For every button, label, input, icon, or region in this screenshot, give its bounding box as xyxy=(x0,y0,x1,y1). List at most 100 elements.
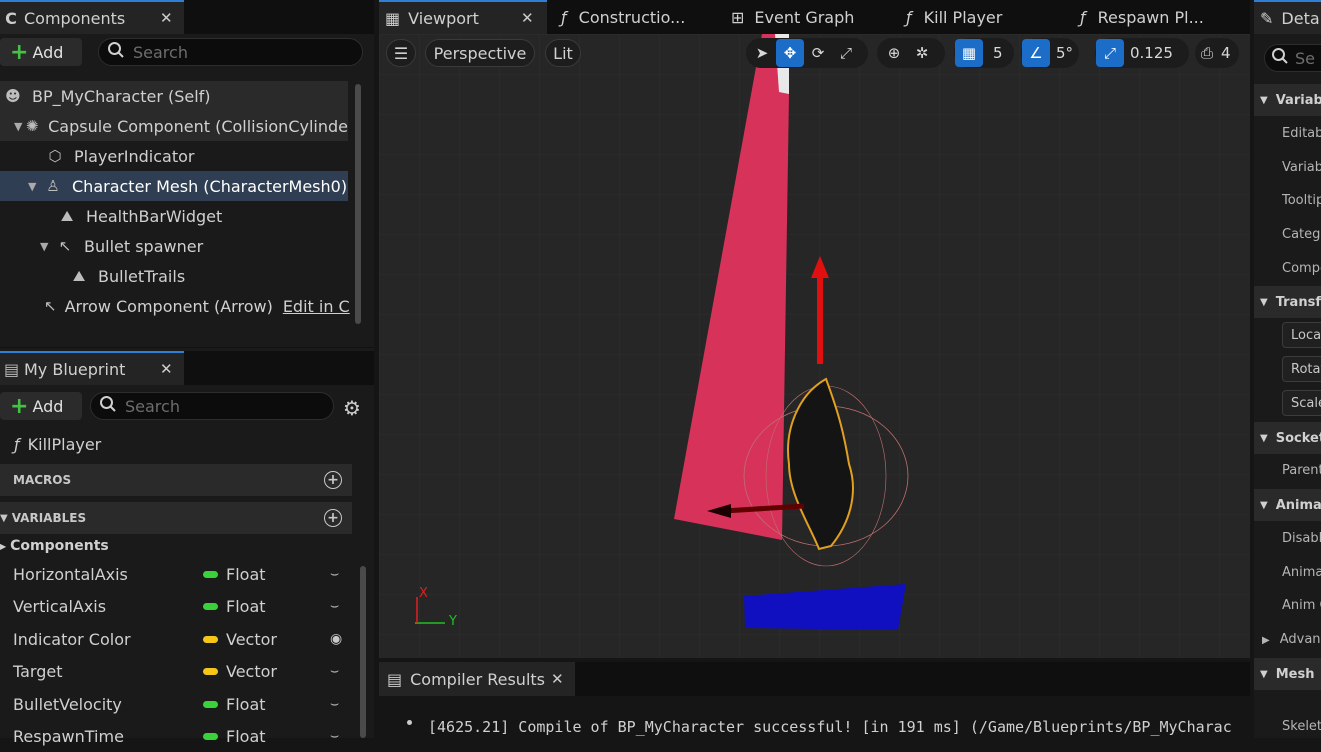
section-sockets[interactable]: ▼ Socket xyxy=(1254,422,1321,454)
tab-event-graph[interactable]: ⊞ Event Graph xyxy=(731,0,881,34)
add-blueprint-item-button[interactable]: + Add xyxy=(0,392,82,420)
tab-components[interactable]: C Components ✕ xyxy=(0,0,184,34)
tree-item-self[interactable]: ☻ BP_MyCharacter (Self) xyxy=(0,81,348,111)
eye-closed-icon[interactable]: ⌣ xyxy=(330,598,339,614)
left-panel: C Components ✕ + Add Search ☻ BP_MyChara… xyxy=(0,0,374,746)
tree-item-bullet-spawner[interactable]: ▼ ↖ Bullet spawner xyxy=(0,231,348,261)
surface-snap-icon[interactable]: ✲ xyxy=(908,39,936,67)
translate-mode-icon[interactable]: ✥ xyxy=(776,39,804,67)
scale-dropdown[interactable]: Scale xyxy=(1282,390,1321,416)
chevron-down-icon[interactable]: ▼ xyxy=(0,513,8,524)
add-component-button[interactable]: + Add xyxy=(0,38,82,66)
camera-speed-value[interactable]: 4 xyxy=(1221,44,1231,62)
section-mesh[interactable]: ▼ Mesh xyxy=(1254,658,1321,690)
editor-tabbar: ▦ Viewport ✕ ƒ Constructio... ⊞ Event Gr… xyxy=(379,0,1250,34)
components-search-input[interactable]: Search xyxy=(98,38,363,66)
plus-icon: + xyxy=(10,393,29,419)
section-transform[interactable]: ▼ Transf xyxy=(1254,286,1321,318)
variable-type[interactable]: Float xyxy=(226,597,266,616)
chevron-down-icon[interactable]: ▼ xyxy=(28,180,42,193)
category-label: Components xyxy=(10,538,109,554)
gear-icon[interactable]: ⚙ xyxy=(343,396,361,420)
scale-mode-icon[interactable]: ⤢ xyxy=(832,39,860,67)
tab-compiler-results[interactable]: ▤ Compiler Results ✕ xyxy=(379,662,575,696)
variable-row[interactable]: HorizontalAxis Float ⌣ xyxy=(0,558,356,590)
advanced-expander[interactable]: ▶ Advanc xyxy=(1262,632,1321,647)
macros-section[interactable]: MACROS + xyxy=(0,464,352,496)
scale-snap-icon[interactable]: ⤢ xyxy=(1096,39,1124,67)
compiler-tab-label: Compiler Results xyxy=(410,669,545,689)
details-search-input[interactable]: Se xyxy=(1264,44,1321,72)
variable-type[interactable]: Vector xyxy=(226,630,277,649)
skeletal-mesh-icon: ♙ xyxy=(46,177,60,195)
tree-item-arrow[interactable]: ↖ Arrow Component (Arrow) Edit in C xyxy=(0,291,350,321)
chevron-down-icon[interactable]: ▼ xyxy=(40,240,54,253)
close-icon[interactable]: ✕ xyxy=(160,360,173,378)
close-icon[interactable]: ✕ xyxy=(521,9,534,27)
camera-icon[interactable]: ⎙ xyxy=(1197,39,1217,67)
variable-row[interactable]: Target Vector ⌣ xyxy=(0,655,356,687)
eye-closed-icon[interactable]: ⌣ xyxy=(330,663,339,679)
variable-type[interactable]: Vector xyxy=(226,662,277,681)
rotation-snap-value[interactable]: 5° xyxy=(1056,44,1073,62)
tab-viewport[interactable]: ▦ Viewport ✕ xyxy=(379,0,547,34)
location-dropdown[interactable]: Loca xyxy=(1282,322,1321,348)
variable-row[interactable]: BulletVelocity Float ⌣ xyxy=(0,688,356,720)
blueprint-search-input[interactable]: Search xyxy=(90,392,334,420)
eye-closed-icon[interactable]: ⌣ xyxy=(330,728,339,744)
add-macro-icon[interactable]: + xyxy=(324,471,342,489)
tab-kill-player[interactable]: ƒ Kill Player xyxy=(906,0,1036,34)
chevron-down-icon[interactable]: ▼ xyxy=(14,120,24,133)
variable-row[interactable]: VerticalAxis Float ⌣ xyxy=(0,590,356,622)
variable-row[interactable]: RespawnTime Float ⌣ xyxy=(0,720,356,752)
world-space-icon[interactable]: ⊕ xyxy=(880,39,908,67)
rotation-snap-group: ∠ 5° xyxy=(1021,38,1079,68)
tab-details[interactable]: ✎ Deta xyxy=(1254,0,1321,34)
grid-snap-value[interactable]: 5 xyxy=(993,44,1003,62)
variable-row[interactable]: Indicator Color Vector ◉ xyxy=(0,623,356,655)
tab-construction-script[interactable]: ƒ Constructio... xyxy=(561,0,711,34)
tree-item-bullettrails[interactable]: ⛰ BulletTrails xyxy=(0,261,348,291)
select-mode-icon[interactable]: ➤ xyxy=(748,39,776,67)
section-variable[interactable]: ▼ Variabl xyxy=(1254,84,1321,116)
variable-type[interactable]: Float xyxy=(226,565,266,584)
viewport-icon: ▦ xyxy=(385,8,401,28)
variables-scrollbar[interactable] xyxy=(360,566,366,738)
rotation-dropdown[interactable]: Rotat xyxy=(1282,356,1321,382)
type-pin-icon xyxy=(203,732,218,740)
tab-my-blueprint[interactable]: ▤ My Blueprint ✕ xyxy=(0,351,184,385)
advanced-label: Advanc xyxy=(1279,632,1321,647)
compiler-message[interactable]: [4625.21] Compile of BP_MyCharacter succ… xyxy=(428,718,1232,736)
lit-button[interactable]: Lit xyxy=(545,39,581,67)
close-icon[interactable]: ✕ xyxy=(551,670,564,688)
add-variable-icon[interactable]: + xyxy=(324,509,342,527)
eye-open-icon[interactable]: ◉ xyxy=(330,631,342,647)
close-icon[interactable]: ✕ xyxy=(160,9,173,27)
edit-in-cpp-link[interactable]: Edit in C xyxy=(283,297,350,316)
variable-type[interactable]: Float xyxy=(226,727,266,746)
scale-snap-value[interactable]: 0.125 xyxy=(1130,44,1173,62)
add-label: Add xyxy=(32,396,64,416)
section-animation[interactable]: ▼ Animat xyxy=(1254,489,1321,521)
chevron-down-icon: ▼ xyxy=(1260,499,1268,511)
tree-item-character-mesh[interactable]: ▼ ♙ Character Mesh (CharacterMesh0) xyxy=(0,171,348,201)
tab-respawn-player[interactable]: ƒ Respawn Pl... xyxy=(1080,0,1230,34)
rotate-mode-icon[interactable]: ⟳ xyxy=(804,39,832,67)
macros-label: MACROS xyxy=(13,473,72,487)
tree-item-capsule[interactable]: ▼ ✺ Capsule Component (CollisionCylinde xyxy=(0,111,348,141)
variable-type[interactable]: Float xyxy=(226,695,266,714)
splitter[interactable] xyxy=(0,326,374,348)
chevron-right-icon[interactable]: ▶ xyxy=(0,542,6,551)
tree-item-healthbar[interactable]: ⛰ HealthBarWidget xyxy=(0,201,348,231)
function-item-killplayer[interactable]: ƒ KillPlayer xyxy=(0,428,356,460)
section-label: Transf xyxy=(1275,294,1321,310)
components-scrollbar[interactable] xyxy=(355,84,361,324)
perspective-button[interactable]: Perspective xyxy=(425,39,535,67)
viewport[interactable]: X Y ☰ Perspective Lit ➤ ✥ ⟳ ⤢ ⊕ ✲ ▦ 5 ∠ … xyxy=(379,34,1250,658)
grid-snap-icon[interactable]: ▦ xyxy=(955,39,983,67)
eye-closed-icon[interactable]: ⌣ xyxy=(330,566,339,582)
angle-snap-icon[interactable]: ∠ xyxy=(1022,39,1050,67)
tree-item-playerindicator[interactable]: ⬡ PlayerIndicator xyxy=(0,141,348,171)
eye-closed-icon[interactable]: ⌣ xyxy=(330,696,339,712)
viewport-menu-button[interactable]: ☰ xyxy=(386,39,416,67)
